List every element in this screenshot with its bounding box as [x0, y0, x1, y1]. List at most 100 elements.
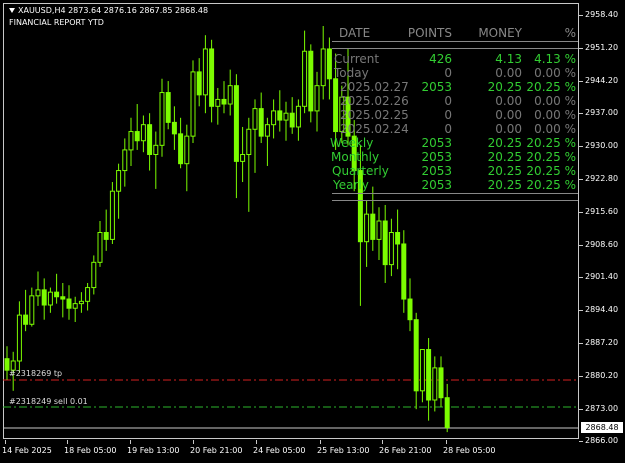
- price-tick: [579, 211, 583, 213]
- candle: [314, 71, 320, 132]
- price-label: 2937.00: [585, 108, 619, 118]
- candle: [444, 383, 450, 433]
- time-tick: [67, 440, 68, 444]
- report-summary-row: Weekly 2053 20.25 20.25 %: [330, 136, 578, 150]
- candle: [41, 278, 47, 320]
- report-summary-row: Monthly 2053 20.25 20.25 %: [331, 150, 578, 164]
- price-label: 2901.40: [585, 272, 619, 282]
- row-label: 2025.02.27: [340, 80, 409, 94]
- price-tick: [579, 179, 583, 180]
- time-scale[interactable]: 14 Feb 2025 18 Feb 05:00 19 Feb 13:00 20 Fe…: [0, 440, 625, 463]
- price-label: 2880.20: [585, 370, 619, 380]
- report-row: 2025.02.27 2053 20.25 20.25 %: [332, 80, 578, 94]
- price-tick: [579, 408, 583, 410]
- candle: [159, 78, 165, 157]
- price-tick: [579, 113, 583, 115]
- price-tick: [579, 244, 583, 246]
- candle: [29, 287, 35, 327]
- time-label: 19 Feb 13:00: [127, 446, 180, 455]
- report-summary-row: Yearly 2053 20.25 20.25 %: [332, 178, 578, 192]
- candle: [438, 356, 444, 407]
- price-label: 2922.80: [585, 174, 619, 183]
- time-label: 24 Feb 05:00: [253, 446, 306, 455]
- row-money: 0.00: [495, 66, 522, 80]
- candle: [401, 230, 407, 313]
- candle: [190, 60, 196, 144]
- price-tick: [579, 375, 583, 377]
- candle: [221, 81, 227, 114]
- candle: [271, 99, 277, 139]
- report-summary-row: Quarterly 2053 20.25 20.25 %: [332, 164, 578, 178]
- candle: [122, 138, 128, 187]
- summary-points: 2053: [421, 164, 452, 178]
- candle: [302, 30, 308, 114]
- candle: [364, 200, 370, 267]
- row-money: 0.00: [495, 94, 522, 108]
- candle: [246, 117, 252, 212]
- row-points: 426: [429, 52, 452, 66]
- candle: [66, 285, 72, 320]
- time-tick: [5, 440, 6, 444]
- candle: [78, 292, 84, 313]
- candle: [227, 69, 233, 116]
- price-label: 2887.20: [585, 338, 619, 347]
- candle: [35, 271, 41, 306]
- price-tick: [579, 80, 583, 82]
- symbol-ohlc-text: XAUUSD,H4 2873.64 2876.16 2867.85 2868.4…: [18, 6, 209, 15]
- current-price-label: 2868.48: [581, 422, 623, 433]
- summary-label: Monthly: [331, 150, 380, 164]
- candle: [289, 97, 295, 134]
- row-points: 2053: [421, 80, 452, 94]
- summary-points: 2053: [421, 136, 452, 150]
- symbol-info: XAUUSD,H4 2873.64 2876.16 2867.85 2868.4…: [9, 6, 208, 15]
- row-points: 0: [444, 94, 452, 108]
- price-label: 2908.60: [585, 239, 619, 249]
- time-label: 14 Feb 2025: [2, 446, 52, 455]
- tp-order-label: #2318269 tp: [9, 369, 63, 378]
- candle: [116, 163, 122, 219]
- report-separator-top: [332, 41, 578, 49]
- candle: [264, 117, 270, 166]
- report-row: 2025.02.24 0 0.00 0.00 %: [332, 122, 578, 136]
- candle: [426, 338, 432, 421]
- report-separator-bottom: [332, 193, 578, 201]
- candle: [209, 39, 215, 123]
- summary-points: 2053: [421, 178, 452, 192]
- price-label: 2951.20: [585, 42, 619, 52]
- summary-label: Yearly: [333, 178, 369, 192]
- price-label: 2958.40: [585, 10, 619, 19]
- candle: [47, 287, 53, 313]
- time-label: 25 Feb 13:00: [317, 446, 370, 455]
- candle: [277, 90, 283, 132]
- candle: [128, 117, 134, 166]
- price-tick: [579, 277, 583, 279]
- candle: [109, 182, 115, 244]
- row-money: 0.00: [495, 108, 522, 122]
- price-scale[interactable]: 2958.40 2951.20 2944.20 2937.00 2930.00 2922.…: [579, 0, 625, 445]
- row-pct: 20.25 %: [526, 80, 576, 94]
- price-label: 2944.20: [585, 75, 619, 85]
- time-label: 26 Feb 21:00: [379, 446, 432, 455]
- candle: [395, 209, 401, 270]
- time-label: 18 Feb 05:00: [64, 446, 117, 455]
- candle: [320, 26, 326, 100]
- candle: [388, 218, 394, 277]
- report-row: 2025.02.25 0 0.00 0.00 %: [332, 108, 578, 122]
- report-row: 2025.02.26 0 0.00 0.00 %: [332, 94, 578, 108]
- candle: [382, 204, 388, 283]
- candle: [72, 296, 78, 322]
- summary-money: 20.25: [487, 164, 522, 178]
- time-label: 20 Feb 21:00: [190, 446, 243, 455]
- row-label: Current: [334, 52, 380, 66]
- price-tick: [579, 146, 583, 148]
- price-label: 2930.00: [585, 141, 619, 151]
- summary-money: 20.25: [487, 178, 522, 192]
- summary-pct: 20.25 %: [526, 178, 576, 192]
- candle: [165, 81, 171, 130]
- dropdown-triangle-icon[interactable]: [9, 8, 15, 13]
- candle: [54, 273, 60, 304]
- price-tick: [579, 15, 583, 16]
- candle: [202, 35, 208, 114]
- price-tick: [579, 310, 583, 312]
- time-tick: [256, 440, 257, 444]
